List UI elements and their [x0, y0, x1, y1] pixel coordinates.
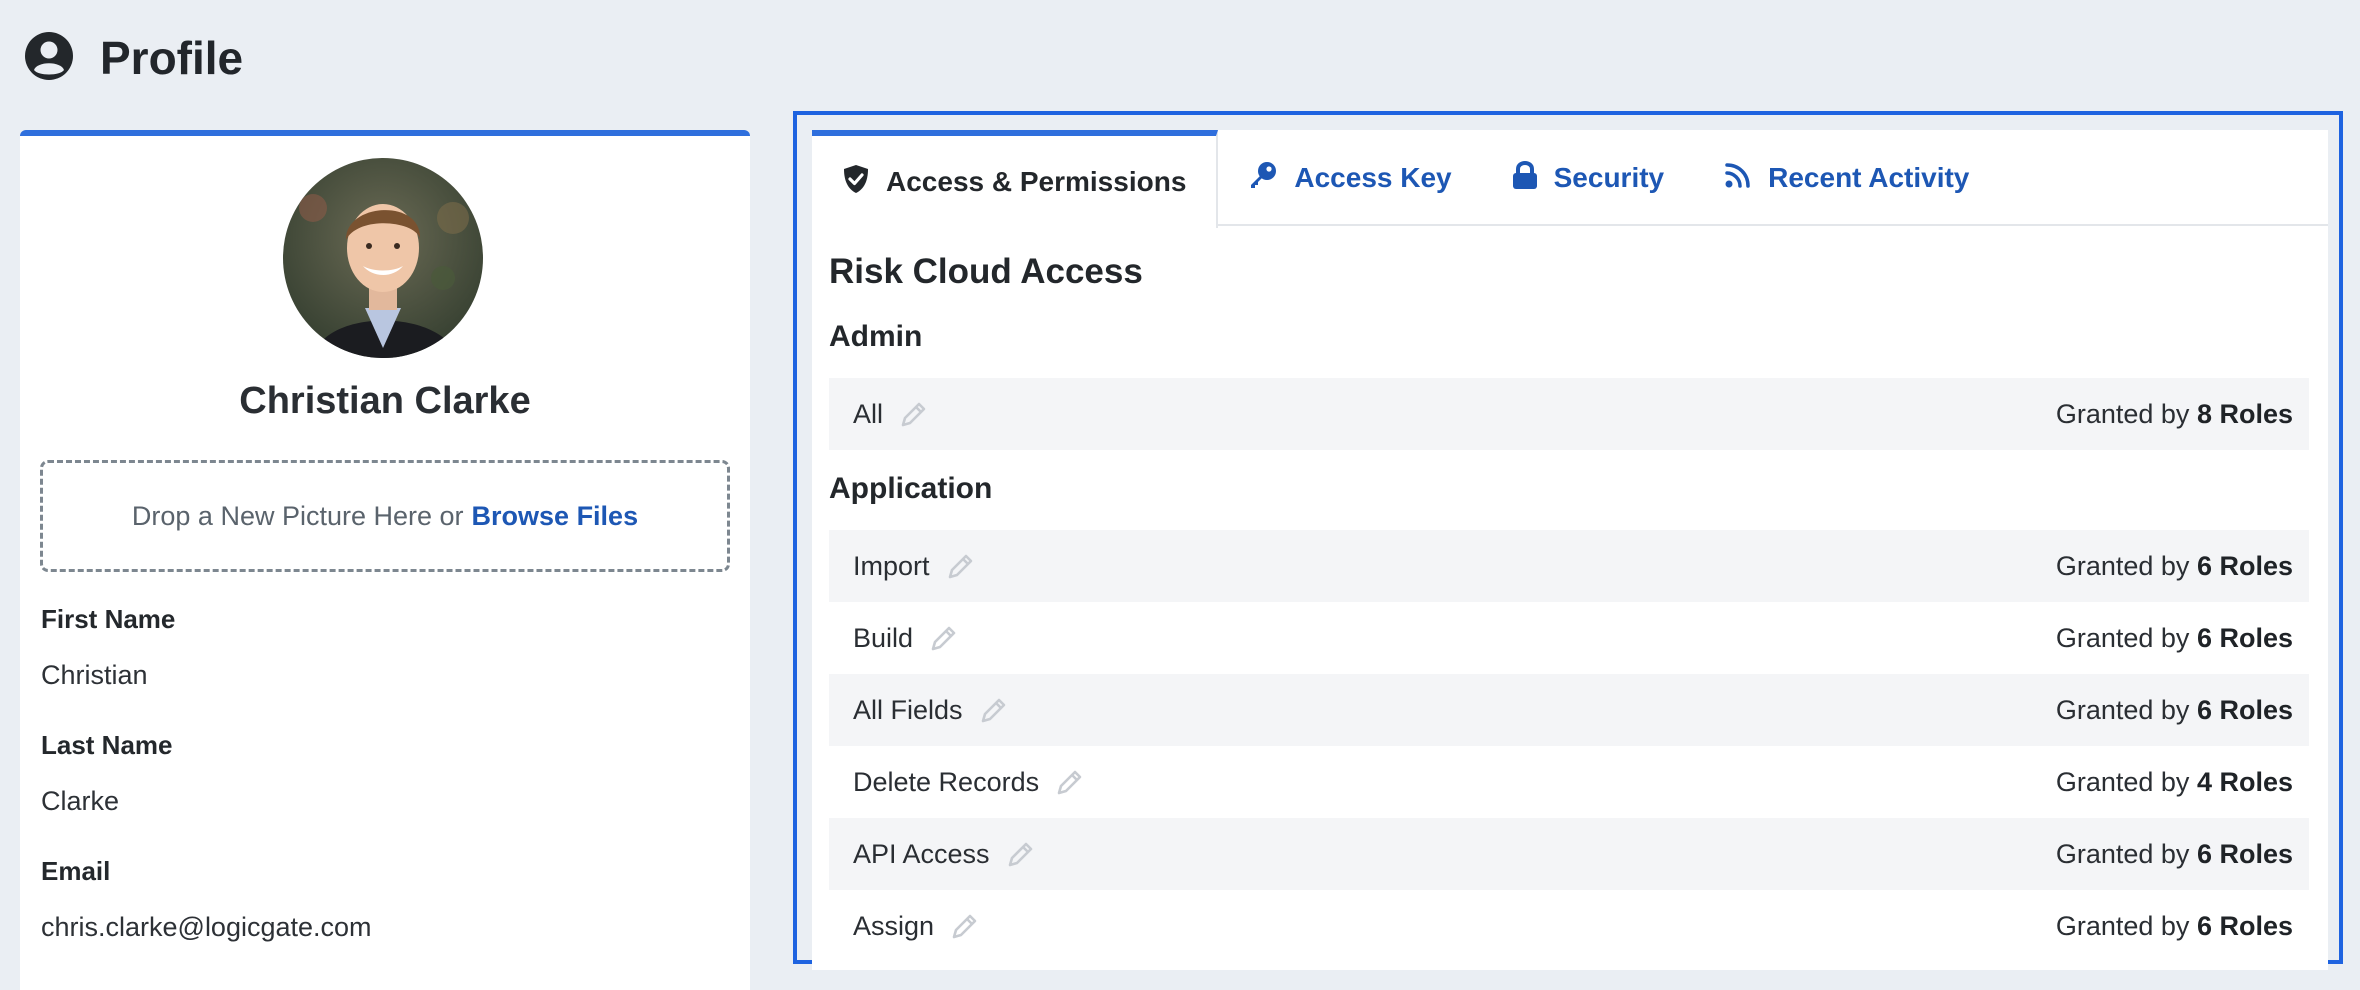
permission-label: All: [853, 398, 884, 429]
permission-row: Assign Granted by 6 Roles: [829, 890, 2309, 962]
granted-prefix: Granted by: [2055, 694, 2190, 725]
first-name-label: First Name: [41, 604, 176, 634]
granted-by: Granted by 4 Roles: [2056, 767, 2293, 798]
permission-row: Build Granted by 6 Roles: [829, 602, 2309, 674]
permission-row: Delete Records Granted by 4 Roles: [829, 746, 2309, 818]
pencil-icon[interactable]: [899, 399, 929, 429]
permission-row: API Access Granted by 6 Roles: [829, 818, 2309, 890]
last-name-value: Clarke: [41, 786, 120, 816]
pencil-icon[interactable]: [979, 695, 1009, 725]
email-value: chris.clarke@logicgate.com: [41, 912, 372, 942]
granted-roles-count[interactable]: 4 Roles: [2197, 767, 2293, 797]
lock-icon: [1512, 160, 1538, 197]
permission-row: Import Granted by 6 Roles: [829, 530, 2309, 602]
tab-access-permissions[interactable]: Access & Permissions: [812, 130, 1219, 228]
permission-label: All Fields: [853, 694, 963, 725]
pencil-icon[interactable]: [1055, 767, 1085, 797]
pencil-icon[interactable]: [946, 551, 976, 581]
shield-check-icon: [842, 164, 870, 201]
email-label: Email: [41, 856, 111, 886]
granted-roles-count[interactable]: 6 Roles: [2197, 911, 2293, 941]
tab-recent-activity[interactable]: Recent Activity: [1694, 130, 1999, 226]
granted-roles-count[interactable]: 6 Roles: [2197, 623, 2293, 653]
granted-prefix: Granted by: [2055, 622, 2190, 653]
granted-roles-count[interactable]: 8 Roles: [2197, 399, 2293, 429]
granted-prefix: Granted by: [2055, 398, 2190, 429]
granted-by: Granted by 6 Roles: [2056, 839, 2293, 870]
pencil-icon[interactable]: [929, 623, 959, 653]
first-name-value: Christian: [41, 660, 148, 690]
granted-roles-count[interactable]: 6 Roles: [2197, 551, 2293, 581]
tab-security[interactable]: Security: [1482, 130, 1695, 226]
granted-by: Granted by 6 Roles: [2056, 695, 2293, 726]
page-header: Profile: [24, 30, 243, 86]
granted-by: Granted by 6 Roles: [2056, 911, 2293, 942]
granted-prefix: Granted by: [2055, 838, 2190, 869]
permission-label: Import: [853, 550, 930, 581]
permission-row: All Fields Granted by 6 Roles: [829, 674, 2309, 746]
granted-prefix: Granted by: [2055, 910, 2190, 941]
tab-label: Security: [1553, 162, 1665, 193]
granted-roles-count[interactable]: 6 Roles: [2197, 695, 2293, 725]
permission-label: Assign: [853, 910, 935, 941]
granted-by: Granted by 6 Roles: [2056, 551, 2293, 582]
permission-label: Build: [853, 622, 914, 653]
granted-roles-count[interactable]: 6 Roles: [2197, 839, 2293, 869]
tab-access-key[interactable]: Access Key: [1218, 130, 1481, 226]
user-circle-icon: [24, 31, 74, 86]
tab-label: Access Key: [1294, 162, 1452, 193]
page-title: Profile: [100, 32, 244, 84]
pencil-icon[interactable]: [950, 911, 980, 941]
permission-label: Delete Records: [853, 766, 1040, 797]
key-icon: [1248, 160, 1278, 197]
granted-prefix: Granted by: [2055, 766, 2190, 797]
access-panel: Access & Permissions Access Key Security: [812, 130, 2328, 970]
browse-files-link[interactable]: Browse Files: [472, 501, 639, 532]
profile-card: Christian Clarke Drop a New Picture Here…: [20, 130, 750, 990]
permission-row: All Granted by 8 Roles: [829, 378, 2309, 450]
granted-by: Granted by 6 Roles: [2056, 623, 2293, 654]
last-name-label: Last Name: [41, 730, 173, 760]
tab-label: Recent Activity: [1768, 162, 1970, 193]
tab-bar: Access & Permissions Access Key Security: [812, 130, 2328, 228]
granted-prefix: Granted by: [2055, 550, 2190, 581]
dropzone-text: Drop a New Picture Here or: [131, 500, 464, 531]
rss-feed-icon: [1724, 161, 1752, 196]
tab-label: Access & Permissions: [886, 166, 1187, 197]
granted-by: Granted by 8 Roles: [2056, 399, 2293, 430]
group-title-application: Application: [829, 472, 993, 505]
section-title: Risk Cloud Access: [829, 252, 1143, 291]
profile-name: Christian Clarke: [239, 380, 531, 422]
group-title-admin: Admin: [829, 320, 923, 353]
permission-label: API Access: [853, 838, 990, 869]
pencil-icon[interactable]: [1006, 839, 1036, 869]
picture-dropzone[interactable]: Drop a New Picture Here or Browse Files: [40, 460, 730, 572]
avatar[interactable]: [283, 158, 483, 358]
